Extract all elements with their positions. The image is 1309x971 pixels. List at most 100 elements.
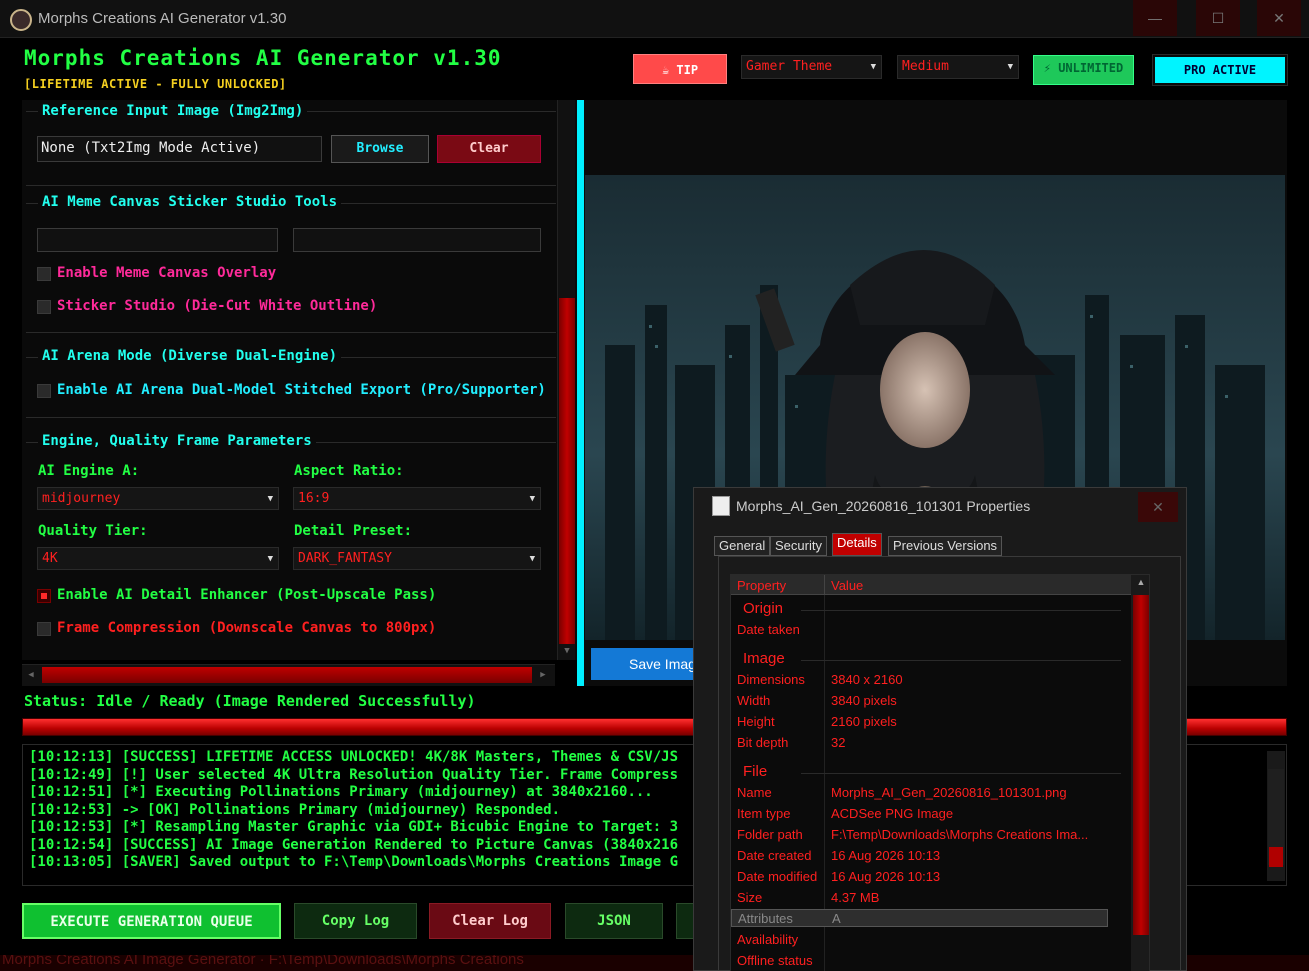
meme-overlay-label[interactable]: Enable Meme Canvas Overlay [57,265,276,281]
meme-bottom-text-field[interactable] [293,228,541,252]
close-button[interactable]: ✕ [1257,0,1301,36]
detail-enhancer-label[interactable]: Enable AI Detail Enhancer (Post-Upscale … [57,587,436,603]
arena-export-label[interactable]: Enable AI Arena Dual-Model Stitched Expo… [57,382,546,398]
arena-export-checkbox[interactable] [37,384,51,398]
panel-splitter[interactable] [577,100,584,686]
clear-reference-button[interactable]: Clear [437,135,541,163]
row-value: A [832,911,841,926]
log-line: [10:12:53] -> [OK] Pollinations Primary … [29,802,561,818]
properties-close-button[interactable]: ✕ [1138,492,1178,522]
engine-select-value: midjourney [42,491,121,506]
section-line [801,610,1121,611]
unlimited-badge[interactable]: ⚡ UNLIMITED [1033,55,1134,85]
row-date-taken[interactable]: Date taken [731,620,1131,641]
row-value: 16 Aug 2026 10:13 [831,869,941,884]
row-value: Morphs_AI_Gen_20260816_101301.png [831,785,1067,800]
section-line [801,660,1121,661]
chevron-down-icon: ▼ [1007,62,1013,72]
reference-path-field[interactable]: None (Txt2Img Mode Active) [37,136,322,162]
minimize-button[interactable]: — [1133,0,1177,36]
row-attributes[interactable]: Attributes A [731,909,1108,927]
size-select-value: Medium [902,59,949,74]
detail-select[interactable]: DARK_FANTASY ▼ [293,547,541,570]
row-key: Dimensions [737,672,805,687]
settings-horizontal-scrollbar[interactable]: ◀ ▶ [22,664,555,686]
engine-select[interactable]: midjourney ▼ [37,487,279,510]
meme-overlay-checkbox[interactable] [37,267,51,281]
scroll-down-icon[interactable]: ▼ [560,646,574,658]
section-origin: Origin [743,600,784,617]
group-divider [26,185,556,186]
settings-vertical-scrollbar[interactable]: ▼ [557,100,575,660]
tip-button[interactable]: ☕ TIP [633,54,727,84]
license-subtitle: [LIFETIME ACTIVE - FULLY UNLOCKED] [24,77,287,91]
log-scroll-thumb[interactable] [1269,847,1283,867]
size-select[interactable]: Medium ▼ [897,55,1019,79]
tab-general[interactable]: General [714,536,771,556]
col-property[interactable]: Property [737,578,786,593]
chevron-down-icon: ▼ [529,554,535,564]
maximize-button[interactable]: ☐ [1196,0,1240,36]
title-bar: Morphs Creations AI Generator v1.30 — ☐ … [0,0,1309,38]
log-scrollbar[interactable] [1267,751,1285,881]
status-text: Status: Idle / Ready (Image Rendered Suc… [24,692,476,710]
frame-compression-label[interactable]: Frame Compression (Downscale Canvas to 8… [57,620,436,636]
reference-group-title: Reference Input Image (Img2Img) [38,103,308,119]
scroll-left-icon[interactable]: ◀ [24,668,38,682]
clear-log-button[interactable]: Clear Log [429,903,551,939]
aspect-select[interactable]: 16:9 ▼ [293,487,541,510]
row-date-modified[interactable]: Date modified 16 Aug 2026 10:13 [731,867,1131,888]
horizontal-scroll-thumb[interactable] [42,667,532,683]
row-availability[interactable]: Availability [731,930,1131,951]
chevron-down-icon: ▼ [267,554,273,564]
tab-previous-versions[interactable]: Previous Versions [888,536,1003,556]
tab-security[interactable]: Security [770,536,827,556]
log-line: [10:12:54] [SUCCESS] AI Image Generation… [29,837,679,853]
meme-top-text-field[interactable] [37,228,278,252]
frame-compression-checkbox[interactable] [37,622,51,636]
json-export-button[interactable]: JSON [565,903,663,939]
copy-log-button[interactable]: Copy Log [294,903,417,939]
row-key: Folder path [737,827,803,842]
details-scrollbar[interactable]: ▲ [1131,575,1149,971]
col-value[interactable]: Value [831,578,863,593]
browse-button[interactable]: Browse [331,135,429,163]
row-item-type[interactable]: Item type ACDSee PNG Image [731,804,1131,825]
row-size[interactable]: Size 4.37 MB [731,888,1131,909]
tab-details[interactable]: Details [832,533,882,556]
row-date-created[interactable]: Date created 16 Aug 2026 10:13 [731,846,1131,867]
vertical-scroll-thumb[interactable] [559,298,575,644]
row-key: Offline status [737,953,813,968]
row-key: Item type [737,806,791,821]
chevron-down-icon: ▼ [529,494,535,504]
log-line: [10:13:05] [SAVER] Saved output to F:\Te… [29,854,679,870]
theme-select[interactable]: Gamer Theme ▼ [741,55,882,79]
quality-select[interactable]: 4K ▼ [37,547,279,570]
arena-group-title: AI Arena Mode (Diverse Dual-Engine) [38,348,342,364]
row-dimensions[interactable]: Dimensions 3840 x 2160 [731,670,1131,691]
scroll-right-icon[interactable]: ▶ [536,668,550,682]
window-title: Morphs Creations AI Generator v1.30 [38,10,287,27]
group-divider [26,332,556,333]
sticker-studio-label[interactable]: Sticker Studio (Die-Cut White Outline) [57,298,377,314]
row-key: Date created [737,848,812,863]
execute-queue-button[interactable]: EXECUTE GENERATION QUEUE [22,903,281,939]
scroll-up-icon[interactable]: ▲ [1133,577,1149,591]
pro-active-badge[interactable]: PRO ACTIVE [1152,54,1288,86]
row-name[interactable]: Name Morphs_AI_Gen_20260816_101301.png [731,783,1131,804]
row-bit-depth[interactable]: Bit depth 32 [731,733,1131,754]
row-height[interactable]: Height 2160 pixels [731,712,1131,733]
png-file-icon [712,496,730,516]
sticker-studio-checkbox[interactable] [37,300,51,314]
section-image: Image [743,650,785,667]
properties-title: Morphs_AI_Gen_20260816_101301 Properties [736,498,1031,514]
row-width[interactable]: Width 3840 pixels [731,691,1131,712]
row-folder-path[interactable]: Folder path F:\Temp\Downloads\Morphs Crea… [731,825,1131,846]
engine-label: AI Engine A: [38,463,140,479]
log-line: [10:12:51] [*] Executing Pollinations Pr… [29,784,653,800]
details-scroll-thumb[interactable] [1133,595,1149,935]
row-value: ACDSee PNG Image [831,806,954,821]
group-divider [26,417,556,418]
detail-enhancer-checkbox[interactable] [37,589,51,603]
row-offline-status[interactable]: Offline status [731,951,1131,971]
